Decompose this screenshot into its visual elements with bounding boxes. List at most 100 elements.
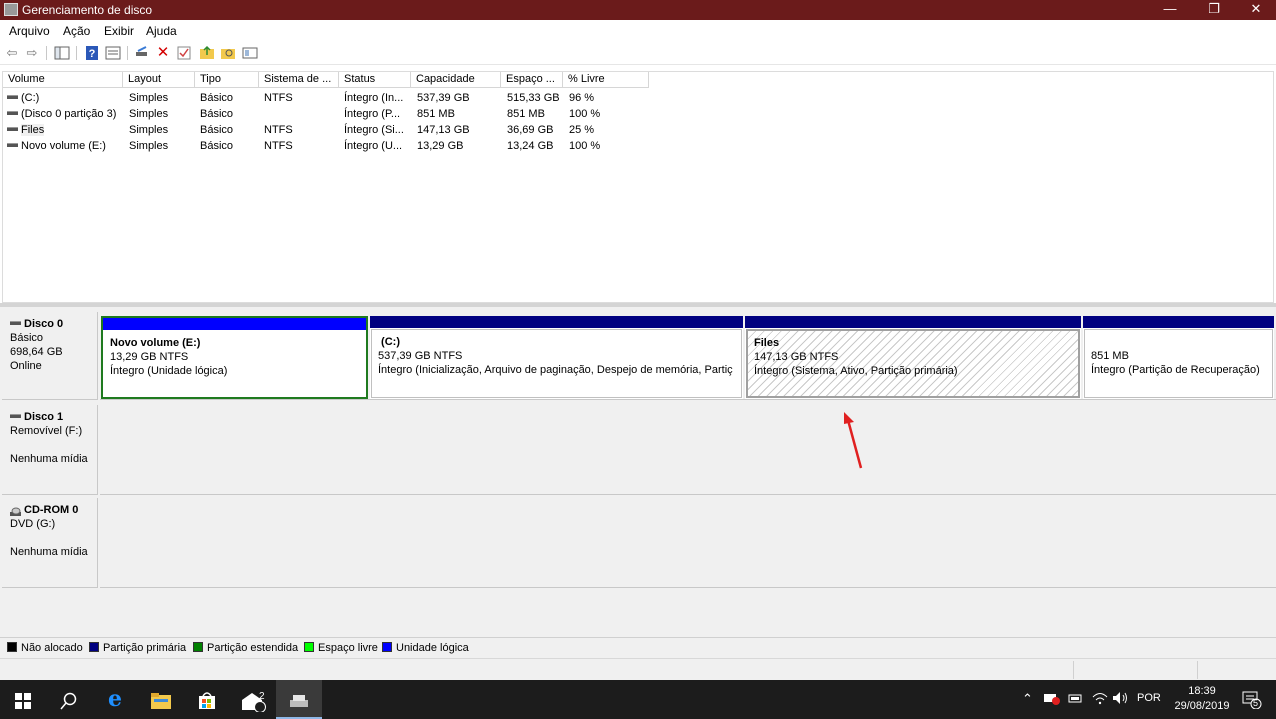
partition-c[interactable]: (C:) 537,39 GB NTFS Íntegro (Inicializaç… [370,316,743,399]
close-button[interactable]: ✕ [1234,0,1276,20]
partition-bar [1083,316,1274,328]
legend-particao-primaria: Partição primária [89,642,186,654]
search-folder-icon[interactable] [220,45,236,61]
forward-arrow-icon[interactable]: ⇨ [24,45,40,61]
livre-cell: 100 % [569,108,601,120]
menu-arquivo[interactable]: Arquivo [9,24,50,38]
menu-bar: Arquivo Ação Exibir Ajuda [0,20,1276,41]
disk-icon [10,414,21,419]
toolbar: ⇦ ⇨ ? ✕ [0,41,1276,65]
column-header-status[interactable]: Status [339,72,411,88]
column-header-layout[interactable]: Layout [123,72,195,88]
tipo-cell: Básico [200,140,234,152]
disk-1-label[interactable]: Disco 1 Removível (F:) Nenhuma mídia [2,405,98,495]
cdrom-0-label[interactable]: CD-ROM 0 DVD (G:) Nenhuma mídia [2,498,98,588]
check-icon[interactable] [176,45,192,61]
notification-center-icon[interactable]: 5 [1242,691,1262,712]
espaco-cell: 851 MB [507,108,545,120]
mail-badge: 2 [259,691,265,702]
store-icon[interactable] [184,680,230,719]
partition-size: 537,39 GB NTFS [378,350,463,362]
restore-button[interactable]: ❐ [1192,0,1236,20]
partition-status: Íntegro (Inicialização, Arquivo de pagin… [378,364,733,376]
clock-date: 29/08/2019 [1174,700,1230,712]
taskbar: e 2 ⌃ POR 18:39 29/08/2019 5 [0,680,1276,719]
legend-nao-alocado: Não alocado [7,642,83,654]
legend-espaco-livre: Espaço livre [304,642,378,654]
tipo-cell: Básico [200,92,234,104]
menu-ajuda[interactable]: Ajuda [146,24,177,38]
status-divider [1073,661,1074,679]
status-cell: Íntegro (In... [344,92,404,104]
partition-bar [370,316,743,328]
disk-management-taskbar-icon[interactable] [276,680,322,719]
view-icon[interactable] [242,45,258,61]
partition-files[interactable]: Files 147,13 GB NTFS Íntegro (Sistema, A… [745,316,1081,399]
partition-novo-volume-e[interactable]: Novo volume (E:) 13,29 GB NTFS Íntegro (… [101,316,368,399]
language-indicator[interactable]: POR [1137,692,1161,704]
chevron-up-icon[interactable]: ⌃ [1022,691,1033,707]
tipo-cell: Básico [200,124,234,136]
cdrom-icon [10,506,21,516]
livre-cell: 96 % [569,92,595,104]
title-bar: Gerenciamento de disco — ❐ ✕ [0,0,1276,20]
volume-list[interactable]: Volume Layout Tipo Sistema de ... Status… [2,71,1274,303]
column-header-espaco[interactable]: Espaço ... [501,72,563,88]
partition-title: (C:) [378,336,400,348]
help-icon[interactable]: ? [84,45,100,61]
properties-icon[interactable] [105,45,121,61]
legend-swatch [304,642,314,652]
capacidade-cell: 147,13 GB [417,124,470,136]
back-arrow-icon[interactable]: ⇦ [4,45,20,61]
battery-icon[interactable] [1068,691,1084,708]
partition-size: 13,29 GB NTFS [110,351,189,363]
capacidade-cell: 13,29 GB [417,140,464,152]
livre-cell: 100 % [569,140,601,152]
espaco-cell: 36,69 GB [507,124,554,136]
column-header-tipo[interactable]: Tipo [195,72,259,88]
cdrom-0-row [100,498,1276,588]
sistema-cell: NTFS [264,124,293,136]
layout-cell: Simples [129,108,169,120]
sistema-cell: NTFS [264,92,293,104]
column-header-volume[interactable]: Volume [3,72,123,88]
partition-bar [745,316,1081,328]
column-header-livre[interactable]: % Livre [563,72,649,88]
mail-icon[interactable]: 2 [230,680,276,719]
edge-browser-icon[interactable]: e [92,680,138,719]
toolbar-separator [46,46,47,60]
capacidade-cell: 851 MB [417,108,455,120]
new-folder-icon[interactable] [199,45,215,61]
drive-icon [7,95,18,100]
column-header-capacidade[interactable]: Capacidade [411,72,501,88]
delete-icon[interactable]: ✕ [155,45,171,61]
column-header-sistema[interactable]: Sistema de ... [259,72,339,88]
partition-recovery[interactable]: 851 MB Íntegro (Partição de Recuperação) [1083,316,1274,399]
minimize-button[interactable]: — [1148,0,1192,20]
wifi-icon[interactable] [1092,691,1108,708]
volume-cell: Files [7,122,121,138]
status-cell: Íntegro (Si... [344,124,404,136]
network-error-icon[interactable] [1044,691,1060,708]
livre-cell: 25 % [569,124,595,136]
red-arrow-annotation [844,412,863,469]
disk-management-icon [4,3,18,16]
legend-particao-estendida: Partição estendida [193,642,298,654]
status-cell: Íntegro (P... [344,108,401,120]
menu-exibir[interactable]: Exibir [104,24,134,38]
console-tree-icon[interactable] [54,45,70,61]
partition-status: Íntegro (Partição de Recuperação) [1091,364,1260,376]
disk-0-label[interactable]: Disco 0 Básico 698,64 GB Online [2,312,98,400]
menu-acao[interactable]: Ação [63,24,90,38]
layout-cell: Simples [129,124,169,136]
start-button[interactable] [0,680,46,719]
volume-cell: Novo volume (E:) [7,138,121,154]
volume-icon[interactable] [1112,691,1130,708]
status-cell: Íntegro (U... [344,140,403,152]
status-bar [0,658,1276,680]
file-explorer-icon[interactable] [138,680,184,719]
search-icon[interactable] [46,680,92,719]
drive-icon [7,143,18,148]
clock[interactable]: 18:39 29/08/2019 [1170,684,1234,714]
connect-icon[interactable] [134,45,150,61]
